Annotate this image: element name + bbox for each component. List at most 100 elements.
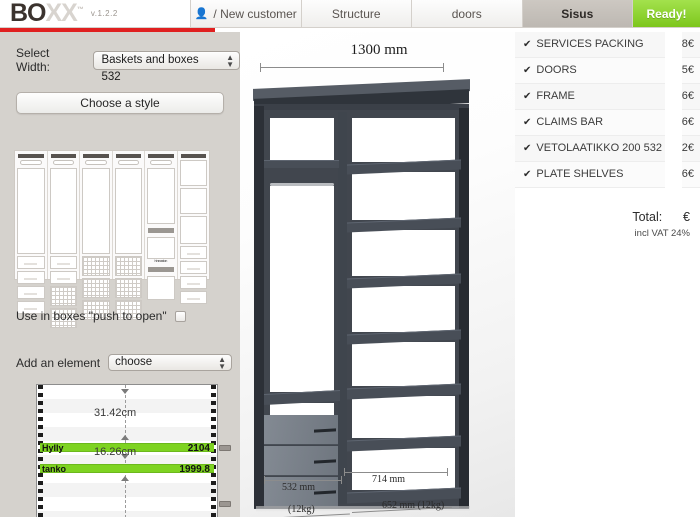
measure-dim-mid: 16.26cm: [94, 446, 137, 458]
width-dimension-label: 1300 mm: [350, 42, 408, 58]
drag-handle-upper[interactable]: [219, 445, 231, 451]
thumb-hanging-bar: [20, 160, 42, 165]
thumb-rail-top: [83, 154, 109, 158]
price-row-name: FRAME: [536, 90, 575, 102]
overlay-band: [665, 32, 682, 222]
thumb-open-space: [147, 237, 175, 259]
thumb-hanging-bar: [85, 160, 107, 165]
style-thumbnail[interactable]: [15, 151, 48, 314]
compartment-opening[interactable]: [352, 230, 455, 276]
add-element-dropdown[interactable]: choose ▲ ▼: [108, 354, 233, 371]
thumb-drawer: [179, 276, 207, 289]
compartment-opening[interactable]: [270, 403, 334, 415]
drag-handle-lower[interactable]: [219, 501, 231, 507]
bottom-dim-label-4: (12kg): [288, 504, 315, 515]
thumb-caption: hinnaston: [154, 259, 168, 263]
slider-bar-shelf-value: 2104: [187, 443, 210, 454]
drawer[interactable]: [264, 415, 338, 445]
style-thumbnail[interactable]: hinnaston: [145, 151, 178, 300]
left-sidebar: Select Width: Baskets and boxes 532 ▲ ▼ C…: [0, 32, 240, 517]
thumb-shelf: [148, 267, 174, 272]
version-label: v.1.2.2: [90, 9, 118, 18]
slider-bar-shelf-label: Hylly: [42, 443, 64, 453]
style-thumbnail[interactable]: [80, 151, 113, 320]
select-width-dropdown[interactable]: Baskets and boxes 532 ▲ ▼: [93, 50, 240, 83]
price-row-name: SERVICES PACKING: [536, 38, 644, 50]
tab-new-customer[interactable]: 👤 / New customer: [190, 0, 301, 27]
thumb-open-space: [114, 168, 142, 254]
width-dimension-line: [260, 63, 444, 72]
choose-style-label: Choose a style: [80, 96, 160, 110]
price-row-name: PLATE SHELVES: [536, 168, 624, 180]
logo-text: BOXX™: [10, 0, 84, 27]
price-row-name: VETOLAATIKKO 200 532: [536, 142, 662, 154]
brand-logo: BOXX™ v.1.2.2: [0, 0, 190, 27]
tab-ready[interactable]: Ready!: [632, 0, 700, 27]
chevron-updown-icon: ▲ ▼: [218, 355, 227, 371]
caret-up-icon: [121, 435, 129, 440]
check-icon: ✔: [523, 117, 532, 128]
push-to-open-row: Use in boxes "push to open": [16, 309, 186, 323]
style-thumbnail[interactable]: [177, 151, 209, 304]
logo-trademark: ™: [76, 6, 84, 14]
select-width-row: Select Width: Baskets and boxes 532 ▲ ▼: [0, 32, 240, 83]
thumb-shelf-space: [179, 188, 207, 214]
hanging-rail[interactable]: [270, 183, 334, 186]
main-tabs: 👤 / New customer Structure doors Sisus R…: [190, 0, 700, 27]
check-icon: ✔: [523, 39, 532, 50]
drawer[interactable]: [264, 446, 338, 476]
compartment-opening[interactable]: [352, 396, 455, 438]
caret-up-icon: [121, 476, 129, 481]
slider-bar-rail-value: 1999.8: [179, 464, 210, 475]
compartment-opening[interactable]: [352, 342, 455, 386]
tab-structure[interactable]: Structure: [300, 0, 411, 27]
tab-doors[interactable]: doors: [411, 0, 522, 27]
tab-ready-label: Ready!: [646, 6, 687, 21]
tab-new-customer-label: / New customer: [213, 6, 297, 21]
compartment-opening[interactable]: [352, 118, 455, 162]
compartment-opening[interactable]: [352, 172, 455, 220]
thumb-hanging-bar: [117, 160, 139, 165]
thumb-open-space: [147, 168, 175, 224]
check-icon: ✔: [523, 143, 532, 154]
choose-style-button[interactable]: Choose a style: [16, 92, 224, 114]
thumb-rail-top: [18, 154, 44, 158]
bottom-dim-line-1: [264, 476, 342, 484]
push-to-open-checkbox[interactable]: [174, 310, 186, 322]
style-thumbnail[interactable]: [112, 151, 145, 320]
bottom-dim-label-1: 532 mm: [282, 482, 316, 493]
thumb-open-space: [17, 168, 45, 254]
style-thumbnail[interactable]: [47, 151, 80, 328]
shelf[interactable]: [264, 160, 339, 168]
thumb-shelf-space: [179, 216, 207, 244]
logo-text-secondary: XX: [45, 0, 78, 27]
thumb-hanging-bar: [150, 160, 172, 165]
slider-bar-rail[interactable]: tanko 1999.8: [40, 464, 214, 475]
compartment-opening[interactable]: [270, 186, 334, 392]
thumb-shelf-space: [179, 160, 207, 186]
compartment-opening[interactable]: [270, 118, 334, 160]
chevron-updown-icon: ▲ ▼: [226, 52, 234, 69]
tab-structure-label: Structure: [331, 6, 381, 21]
thumb-drawer: [179, 246, 207, 259]
user-icon: 👤: [194, 8, 209, 20]
app-header: BOXX™ v.1.2.2 👤 / New customer Structure…: [0, 0, 700, 28]
select-width-label: Select Width:: [16, 46, 51, 74]
price-row-name: DOORS: [536, 64, 577, 76]
tab-doors-label: doors: [451, 6, 482, 21]
drawer-handle: [314, 427, 336, 433]
measurement-widget[interactable]: 31.42cm Hylly 2104 16.26cm tanko 1999.8: [36, 384, 218, 517]
thumb-rail-top: [115, 154, 141, 158]
check-icon: ✔: [523, 91, 532, 102]
wardrobe-3d-viewer[interactable]: 1300 mm 2400 mm: [240, 32, 515, 517]
bottom-dim-label-2: 714 mm: [372, 474, 406, 485]
wardrobe-center-divider: [338, 112, 347, 504]
drawer-handle: [314, 489, 336, 495]
add-element-label: Add an element: [16, 355, 101, 370]
tab-sisus-label: Sisus: [561, 6, 594, 21]
compartment-opening[interactable]: [352, 286, 455, 332]
thumb-drawer: [17, 271, 45, 284]
drawer-handle: [314, 458, 336, 464]
style-thumbnail-grid: hinnaston: [14, 150, 210, 328]
tab-sisus[interactable]: Sisus: [521, 0, 632, 27]
